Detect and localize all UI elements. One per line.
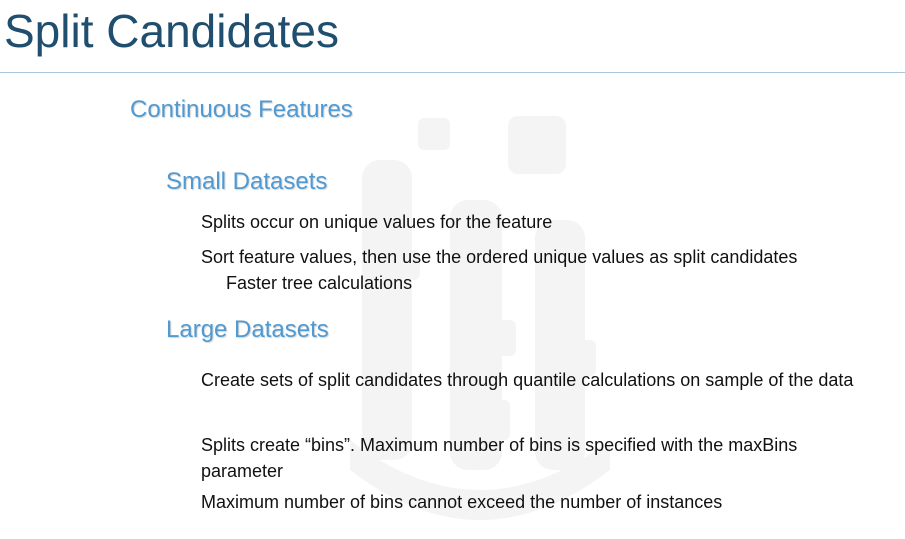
- small-datasets-bullet: Splits occur on unique values for the fe…: [201, 212, 553, 232]
- large-datasets-heading: Large Datasets: [166, 316, 329, 343]
- small-datasets-heading: Small Datasets: [166, 168, 328, 195]
- large-datasets-bullet: Create sets of split candidates through …: [201, 370, 854, 390]
- section-heading: Continuous Features: [130, 96, 353, 123]
- large-datasets-bullet: Maximum number of bins cannot exceed the…: [201, 492, 723, 512]
- slide: Split Candidates Continuous Features Sma…: [0, 0, 905, 539]
- small-datasets-sub-bullet: Faster tree calculations: [226, 273, 413, 293]
- large-datasets-bullet: Splits create “bins”. Maximum number of …: [201, 435, 798, 481]
- title-divider: [0, 72, 905, 73]
- page-title: Split Candidates: [4, 5, 339, 57]
- small-datasets-bullet: Sort feature values, then use the ordere…: [201, 247, 798, 267]
